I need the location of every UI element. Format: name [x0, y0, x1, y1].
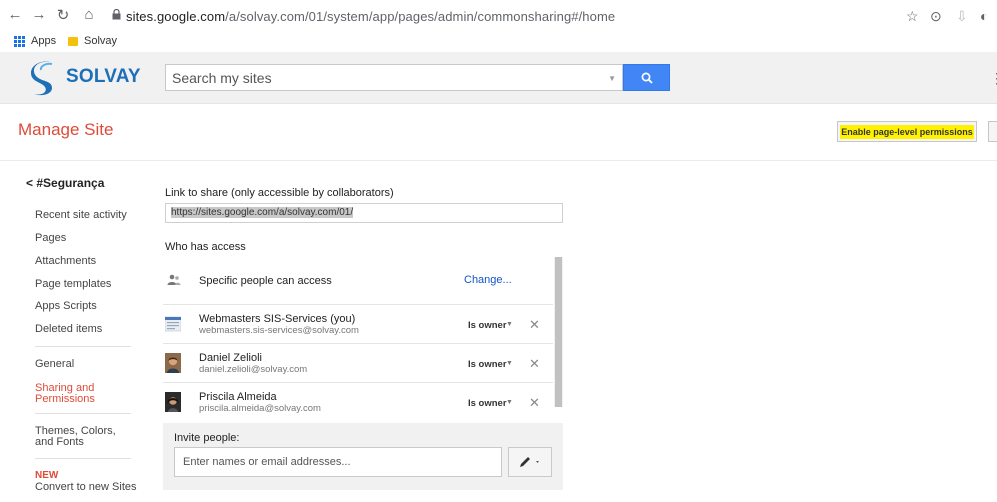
sidebar-back-link[interactable]: < #Segurança: [26, 176, 104, 190]
people-icon: [167, 274, 181, 285]
enable-page-permissions-button[interactable]: Enable page-level permissions: [837, 121, 977, 142]
search-icon: [641, 72, 653, 84]
person-email: priscila.almeida@solvay.com: [199, 403, 321, 414]
sidebar-item-apps-scripts[interactable]: Apps Scripts: [35, 301, 97, 312]
search-input[interactable]: [166, 65, 586, 90]
sidebar-item-attachments[interactable]: Attachments: [35, 256, 96, 267]
extension-icon[interactable]: ⊙: [930, 8, 942, 25]
avatar: [165, 316, 181, 332]
button-label: Enable page-level permissions: [840, 124, 974, 139]
sidebar-item-recent-activity[interactable]: Recent site activity: [35, 210, 127, 221]
reload-icon[interactable]: ↻: [54, 6, 72, 24]
search-button[interactable]: [623, 64, 670, 91]
bookmark-solvay[interactable]: Solvay: [68, 35, 117, 47]
link-share-label: Link to share (only accessible by collab…: [165, 187, 394, 199]
access-list-scrollbar[interactable]: [554, 257, 563, 407]
site-search: ▼: [165, 64, 623, 91]
person-name: Daniel Zelioli: [199, 352, 262, 364]
chevron-down-icon[interactable]: ▼: [506, 321, 513, 328]
sidebar-divider: [35, 346, 131, 347]
divider: [0, 160, 997, 161]
person-email: webmasters.sis-services@solvay.com: [199, 325, 359, 336]
person-email: daniel.zelioli@solvay.com: [199, 364, 308, 375]
who-has-access-label: Who has access: [165, 241, 246, 253]
invite-label: Invite people:: [174, 432, 240, 444]
role-dropdown[interactable]: Is owner: [468, 359, 507, 370]
download-icon[interactable]: ⇩: [956, 8, 968, 25]
role-dropdown[interactable]: Is owner: [468, 320, 507, 331]
visibility-text: Specific people can access: [199, 275, 332, 287]
sites-header: SOLVAY ▼ ⋮: [0, 52, 997, 104]
folder-icon: [68, 36, 78, 46]
sidebar-divider: [35, 458, 131, 459]
avatar: [165, 392, 181, 412]
bookmarks-bar: Apps Solvay: [0, 32, 997, 52]
invite-panel: Invite people:: [163, 423, 563, 490]
sidebar-divider: [35, 413, 131, 414]
back-arrow-icon[interactable]: ←: [6, 6, 24, 23]
bookmark-label: Apps: [31, 35, 57, 47]
sidebar-item-general[interactable]: General: [35, 359, 74, 370]
role-dropdown[interactable]: Is owner: [468, 398, 507, 409]
solvay-logo-icon[interactable]: [28, 58, 58, 98]
close-icon[interactable]: ✕: [529, 395, 540, 411]
chevron-down-icon[interactable]: ▼: [506, 360, 513, 367]
secondary-button[interactable]: [988, 121, 997, 142]
share-link-field[interactable]: https://sites.google.com/a/solvay.com/01…: [165, 203, 563, 223]
page-title: Manage Site: [18, 120, 114, 139]
forward-arrow-icon[interactable]: →: [30, 6, 48, 23]
more-vert-icon[interactable]: ⋮: [990, 70, 997, 87]
person-name: Webmasters SIS-Services (you): [199, 313, 356, 325]
permission-level-button[interactable]: [508, 447, 552, 477]
sidebar-item-page-templates[interactable]: Page templates: [35, 279, 111, 290]
chevron-down-icon[interactable]: ▼: [506, 399, 513, 406]
visibility-row: Specific people can access Change...: [163, 257, 553, 305]
apps-grid-icon: [14, 35, 25, 47]
invite-input[interactable]: [175, 448, 495, 476]
profile-icon[interactable]: ◐: [980, 8, 988, 24]
sidebar-item-convert[interactable]: Convert to new Sites: [35, 481, 137, 493]
chevron-down-icon[interactable]: ▼: [608, 74, 616, 83]
invite-field: [174, 447, 502, 477]
list-item: Daniel Zelioli daniel.zelioli@solvay.com…: [163, 345, 553, 383]
sidebar-item-deleted-items[interactable]: Deleted items: [35, 324, 102, 335]
lock-icon: [112, 9, 121, 20]
star-icon[interactable]: ☆: [906, 8, 919, 25]
browser-address-bar: ← → ↻ ⌂ sites.google.com/a/solvay.com/01…: [0, 0, 997, 32]
url-field[interactable]: sites.google.com/a/solvay.com/01/system/…: [126, 9, 615, 24]
share-link-value: https://sites.google.com/a/solvay.com/01…: [171, 207, 354, 218]
list-item: Webmasters SIS-Services (you) webmasters…: [163, 306, 553, 344]
close-icon[interactable]: ✕: [529, 317, 540, 333]
new-badge: NEW: [35, 470, 59, 481]
list-item: Priscila Almeida priscila.almeida@solvay…: [163, 384, 553, 422]
close-icon[interactable]: ✕: [529, 356, 540, 372]
scrollbar-thumb[interactable]: [555, 257, 562, 407]
sidebar-item-pages[interactable]: Pages: [35, 233, 66, 244]
pencil-icon: [520, 457, 539, 467]
access-list: Specific people can access Change... Web…: [163, 257, 563, 414]
home-icon[interactable]: ⌂: [80, 6, 98, 23]
bookmark-apps[interactable]: Apps: [14, 35, 56, 47]
person-name: Priscila Almeida: [199, 391, 277, 403]
change-visibility-link[interactable]: Change...: [464, 274, 512, 286]
sidebar-item-sharing[interactable]: Sharing and Permissions: [35, 383, 115, 405]
brand-name[interactable]: SOLVAY: [66, 66, 141, 88]
sidebar-item-themes[interactable]: Themes, Colors, and Fonts: [35, 426, 135, 448]
bookmark-label: Solvay: [84, 35, 118, 47]
avatar: [165, 353, 181, 373]
